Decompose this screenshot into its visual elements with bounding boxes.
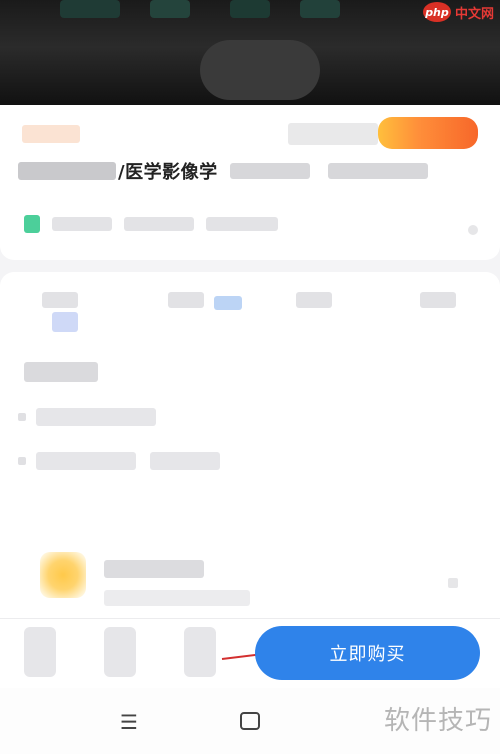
course-name: [104, 560, 204, 578]
tab-bar: [0, 286, 500, 336]
banner-blur: [60, 0, 120, 18]
list-item-text: [150, 452, 220, 470]
video-banner[interactable]: php 中文网: [0, 0, 500, 105]
meta-blurred: [52, 217, 112, 231]
course-title-blurred: [229, 163, 310, 179]
course-text: [104, 552, 250, 606]
tab-active-indicator: [52, 312, 78, 332]
tab-1[interactable]: [42, 292, 78, 308]
course-icon: [40, 552, 86, 598]
php-logo: php: [422, 2, 451, 22]
course-title: /医学影像学: [118, 162, 218, 183]
course-detail-card: [0, 272, 500, 622]
bottom-action-bar: 立即购买: [0, 618, 500, 688]
chevron-right-icon[interactable]: [448, 578, 458, 588]
watermark-bottom: 软件技巧: [383, 706, 492, 736]
course-title-row: /医学影像学: [18, 159, 428, 183]
course-meta-row: [24, 215, 278, 233]
original-price: [288, 123, 378, 145]
banner-blur: [150, 0, 190, 18]
course-title-blurred: [327, 163, 428, 179]
watermark-top-text: 中文网: [454, 6, 494, 22]
home-icon[interactable]: [240, 712, 260, 730]
action-icon-1[interactable]: [24, 627, 56, 677]
course-info-card: /医学影像学: [0, 105, 500, 260]
action-icon-2[interactable]: [104, 627, 136, 677]
watermark-top: php 中文网: [422, 2, 494, 22]
list-item-text: [36, 452, 136, 470]
buy-now-button[interactable]: 立即购买: [255, 626, 480, 680]
banner-blur: [200, 40, 320, 100]
list-item-text: [36, 408, 156, 426]
price-badge: [378, 117, 478, 149]
banner-blur: [300, 0, 340, 18]
meta-blurred: [206, 217, 278, 231]
more-icon[interactable]: [468, 225, 478, 235]
tab-4[interactable]: [420, 292, 456, 308]
tab-2[interactable]: [168, 292, 204, 308]
course-desc: [104, 590, 250, 606]
banner-blur: [230, 0, 270, 18]
list-item: [18, 408, 156, 426]
menu-icon[interactable]: ☰: [120, 710, 138, 734]
meta-icon: [24, 215, 40, 233]
list-item: [18, 452, 220, 470]
system-nav-bar: ☰ 软件技巧: [0, 688, 500, 754]
tab-3[interactable]: [296, 292, 332, 308]
related-course[interactable]: [40, 552, 250, 606]
bullet-icon: [18, 413, 26, 421]
tab-2-badge: [214, 296, 242, 310]
action-icon-3[interactable]: [184, 627, 216, 677]
course-title-blurred: [18, 162, 116, 180]
meta-blurred: [124, 217, 194, 231]
course-tag: [22, 125, 80, 143]
section-title: [24, 362, 98, 382]
bullet-icon: [18, 457, 26, 465]
